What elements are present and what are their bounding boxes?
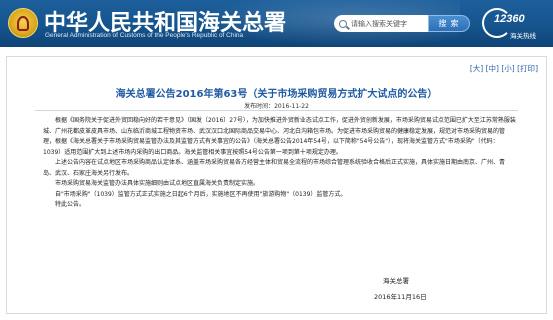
search-box[interactable] [334, 15, 429, 32]
hotline-label: 海关热线 [510, 32, 536, 40]
article-container: [大] [中] [小] [打印] 海关总署公告2016年第63号（关于市场采购贸… [6, 56, 547, 314]
paragraph: 上述公告内容在试点地区市场采购商品认定体系、涵盖市场采购贸易各方经营主体和贸易全… [43, 159, 506, 177]
hotline-logo[interactable]: 12360 海关热线 [480, 6, 550, 42]
paragraph: 自"市场采购"（1039）监管方式正式实施之日起6个月后，实施地区不再使用"旅游… [55, 190, 347, 198]
site-subtitle: General Administration of Customs of the… [45, 32, 244, 39]
bracket: ] [511, 64, 515, 73]
font-medium-link[interactable]: 中 [489, 64, 497, 73]
print-link[interactable]: 打印 [520, 64, 535, 73]
site-header: 中华人民共和国海关总署 General Administration of Cu… [0, 0, 553, 47]
signature-organization: 海关总署 [383, 277, 409, 285]
search-button[interactable]: 搜索 [428, 15, 470, 32]
paragraph: 根据《国务院关于促进外贸回稳向好的若干意见》（国发〔2016〕27号），为加快推… [43, 117, 516, 156]
paragraph: 特此公告。 [55, 201, 86, 208]
publish-date: 发布时间：2016-11-22 [244, 103, 309, 110]
paragraph: 市场采购贸易海关监管办法具体实施细则由试点地区直属海关负责制定实施。 [55, 180, 260, 187]
font-size-controls: [大] [中] [小] [打印] [470, 63, 538, 74]
hotline-number: 12360 [494, 13, 525, 25]
bracket: ] [480, 64, 484, 73]
search-icon [339, 19, 347, 28]
signature-date: 2016年11月16日 [374, 293, 427, 301]
search-input[interactable] [351, 19, 429, 28]
customs-emblem-icon[interactable] [8, 8, 38, 38]
article-title: 海关总署公告2016年第63号（关于市场采购贸易方式扩大试点的公告） [115, 89, 438, 100]
bracket: ] [496, 64, 499, 73]
font-small-link[interactable]: 小 [504, 64, 512, 73]
bracket: ] [535, 64, 538, 73]
divider [35, 110, 518, 111]
article-body: 根据《国务院关于促进外贸回稳向好的若干意见》（国发〔2016〕27号），为加快推… [43, 116, 516, 211]
